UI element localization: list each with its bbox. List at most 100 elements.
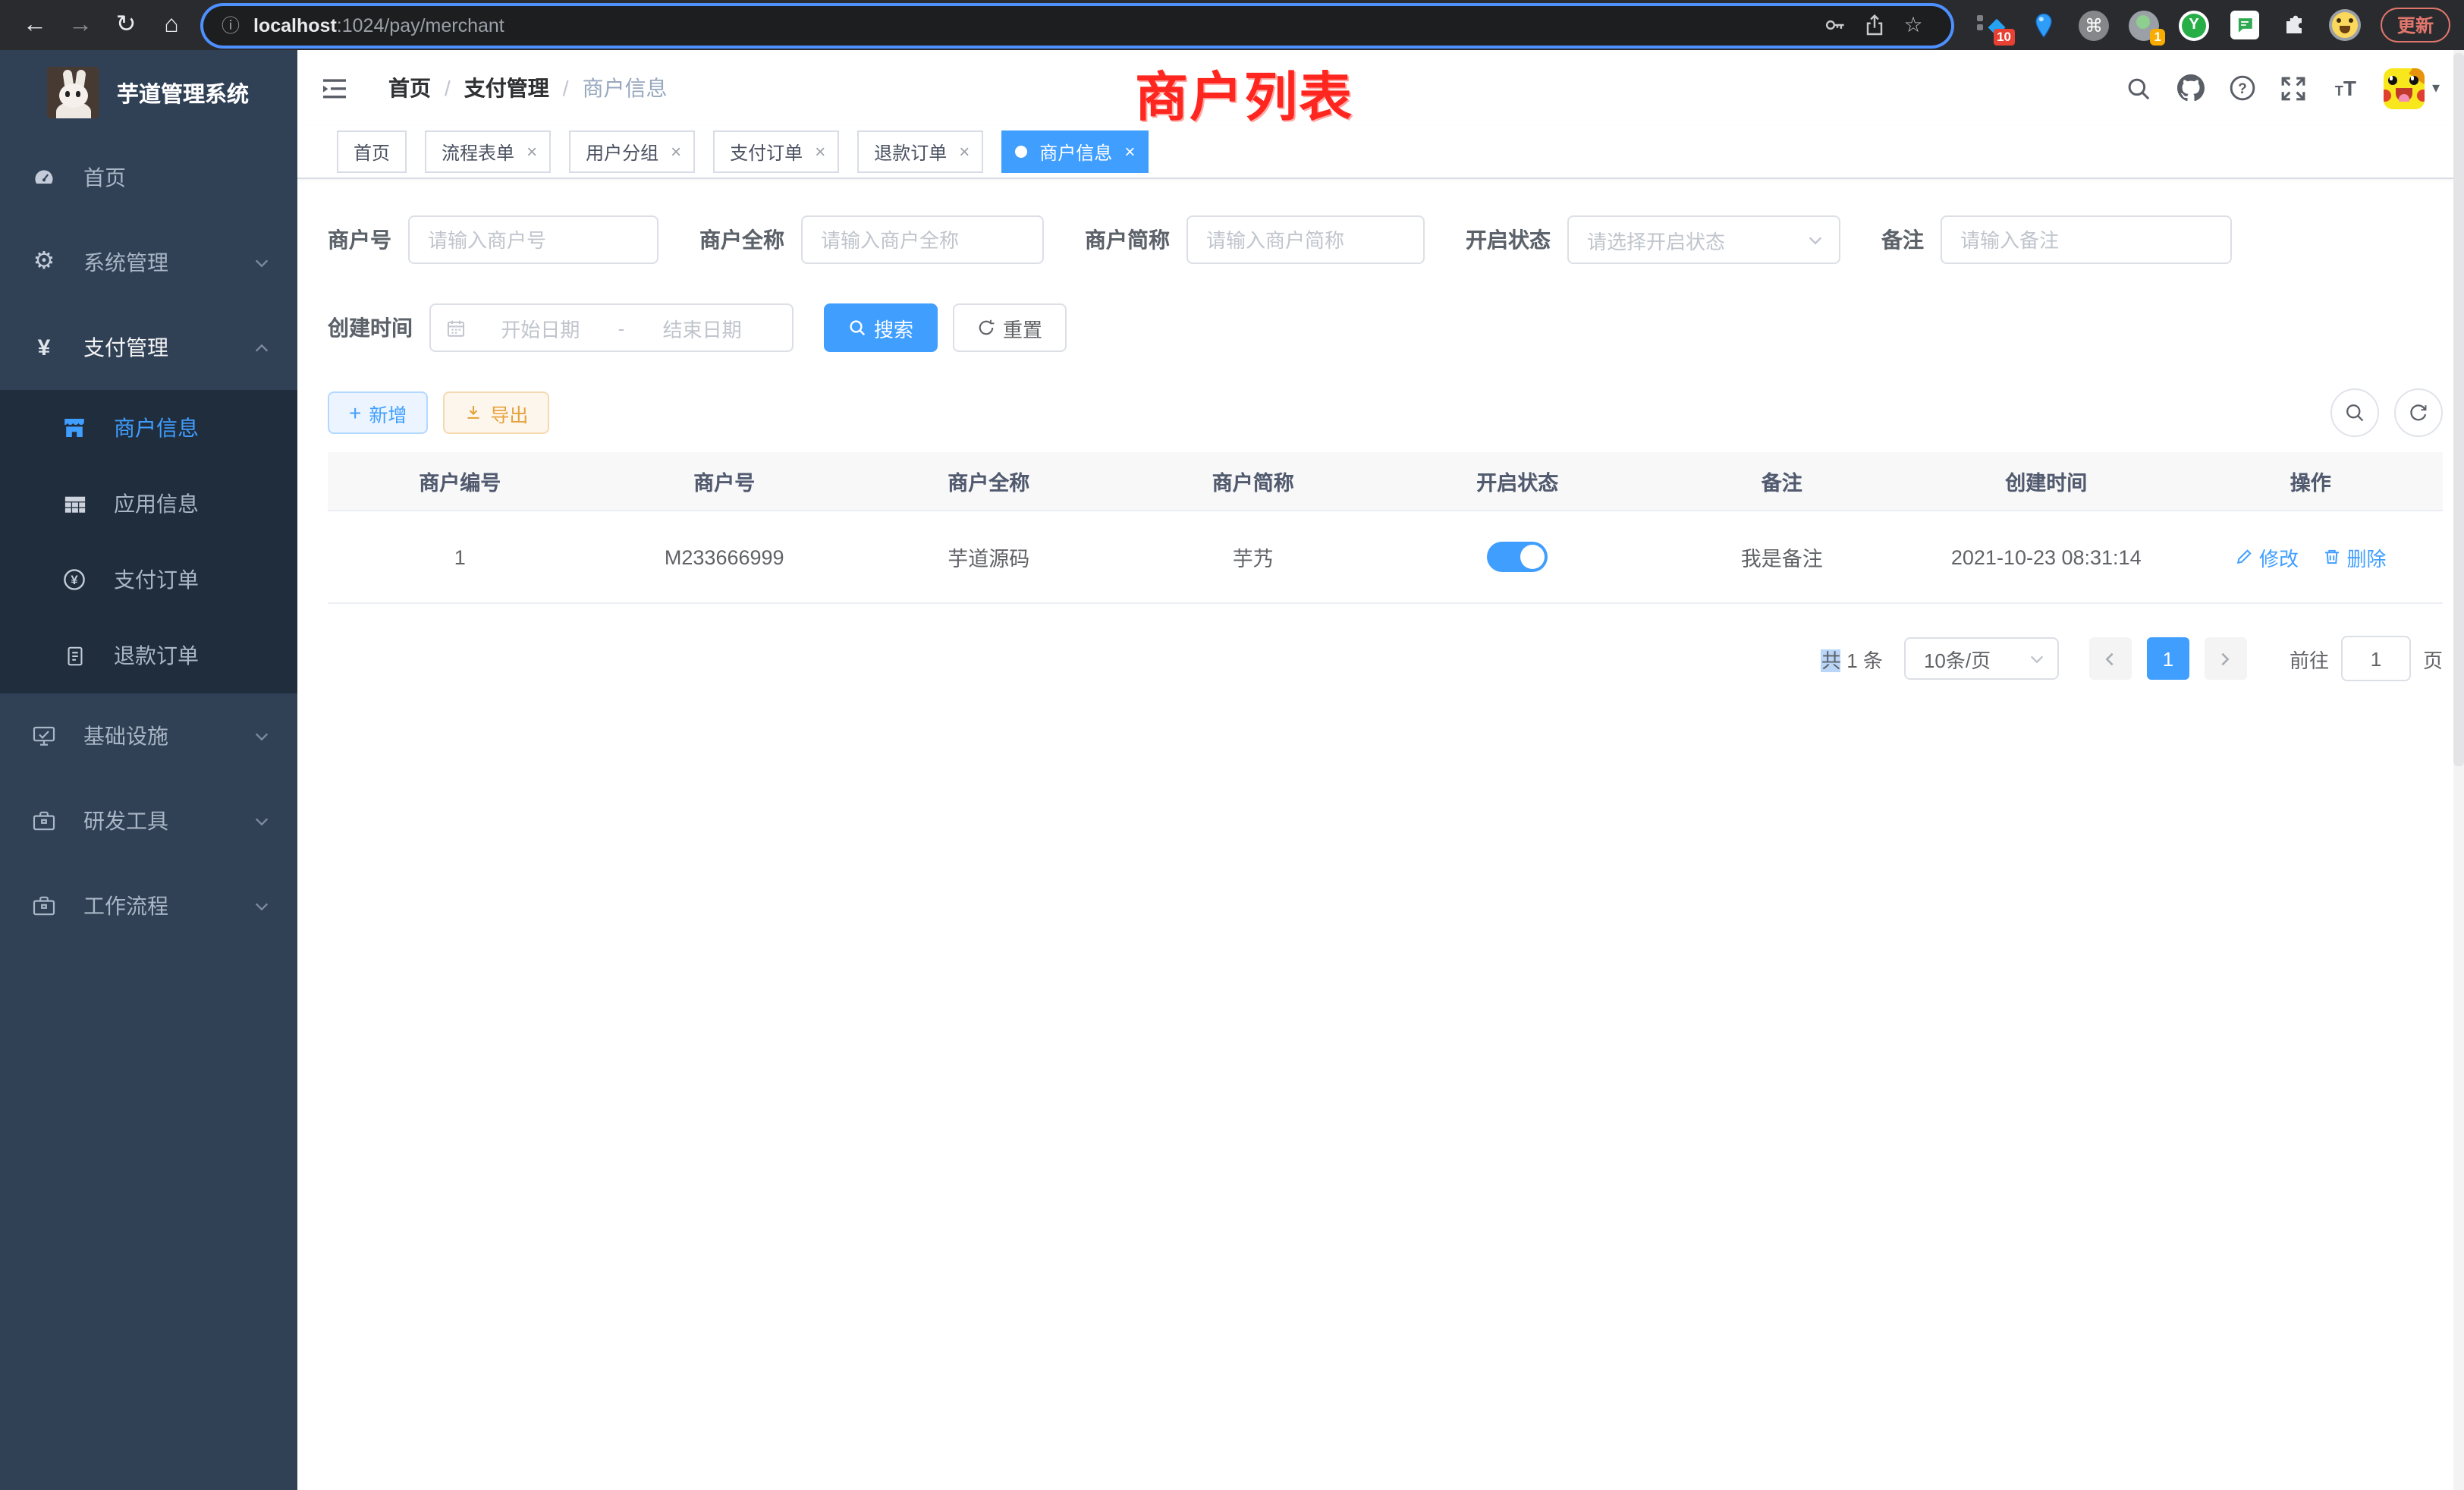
status-label: 开启状态: [1466, 225, 1551, 255]
sidebar-item-workflow[interactable]: 工作流程: [0, 863, 297, 948]
close-icon[interactable]: ×: [815, 143, 825, 161]
dashboard-icon: [26, 165, 62, 190]
close-icon[interactable]: ×: [959, 143, 970, 161]
browser-home-icon[interactable]: ⌂: [149, 0, 194, 50]
browser-forward-icon[interactable]: →: [58, 0, 103, 50]
date-range-picker[interactable]: 开始日期 - 结束日期: [429, 303, 794, 352]
cell-merchant-id: 1: [328, 511, 592, 603]
tab-home[interactable]: 首页: [337, 130, 407, 173]
extension-pin-icon[interactable]: [2022, 5, 2065, 45]
sidebar-item-infra[interactable]: 基础设施: [0, 693, 297, 778]
status-select[interactable]: 请选择开启状态: [1567, 215, 1840, 264]
pagination-total: 共 1 条: [1821, 644, 1883, 673]
end-date-placeholder: 结束日期: [627, 313, 777, 342]
reset-button[interactable]: 重置: [953, 303, 1067, 352]
page-size-select[interactable]: 10条/页: [1904, 637, 2059, 680]
prev-page-button[interactable]: [2089, 637, 2132, 680]
merchant-name-input[interactable]: [801, 215, 1044, 264]
close-icon[interactable]: ×: [1124, 143, 1135, 161]
font-size-icon[interactable]: TT: [2320, 77, 2371, 99]
close-icon[interactable]: ×: [526, 143, 537, 161]
grid-icon: [56, 492, 93, 515]
search-button[interactable]: 搜索: [824, 303, 938, 352]
sidebar-item-home[interactable]: 首页: [0, 135, 297, 220]
briefcase-icon: [26, 809, 62, 833]
refresh-icon: [977, 319, 995, 337]
col-actions: 操作: [2179, 452, 2444, 511]
export-button[interactable]: 导出: [443, 391, 549, 434]
tab-merchant-info[interactable]: 商户信息×: [1001, 130, 1149, 173]
pay-submenu: 商户信息 应用信息 ¥ 支付订单: [0, 390, 297, 693]
sidebar-item-merchant-info[interactable]: 商户信息: [0, 390, 297, 466]
svg-text:?: ?: [2238, 81, 2247, 97]
extension-status-icon[interactable]: 1: [2123, 5, 2165, 45]
extensions-puzzle-icon[interactable]: [2273, 5, 2315, 45]
edit-link[interactable]: 修改: [2235, 542, 2299, 571]
tags-view-bar: 首页 流程表单× 用户分组× 支付订单× 退款订单× 商户信息×: [297, 126, 2464, 179]
tab-refund-order[interactable]: 退款订单×: [857, 130, 983, 173]
delete-link[interactable]: 删除: [2323, 542, 2387, 571]
add-button[interactable]: + 新增: [328, 391, 428, 434]
next-page-button[interactable]: [2205, 637, 2247, 680]
header-search-icon[interactable]: [2114, 75, 2165, 101]
bookmark-star-icon[interactable]: ☆: [1894, 12, 1933, 38]
avatar-caret-icon[interactable]: ▾: [2432, 80, 2440, 96]
browser-back-icon[interactable]: ←: [12, 0, 58, 50]
extension-diamond-icon[interactable]: ◆ 10: [1972, 5, 2015, 45]
scrollbar-thumb[interactable]: [2453, 53, 2464, 766]
breadcrumb-home[interactable]: 首页: [388, 73, 431, 103]
close-icon[interactable]: ×: [671, 143, 681, 161]
chevron-right-icon: [2217, 650, 2234, 667]
briefcase-icon: [26, 894, 62, 918]
browser-toolbar: ← → ↻ ⌂ ⓘ localhost:1024/pay/merchant ☆ …: [0, 0, 2464, 50]
extension-command-icon[interactable]: ⌘: [2073, 5, 2115, 45]
sidebar-item-refund-order[interactable]: 退款订单: [0, 618, 297, 693]
tab-process-form[interactable]: 流程表单×: [425, 130, 551, 173]
github-icon[interactable]: [2165, 74, 2217, 102]
breadcrumb-section[interactable]: 支付管理: [464, 73, 549, 103]
sidebar-item-devtools[interactable]: 研发工具: [0, 778, 297, 863]
sidebar-item-app-info[interactable]: 应用信息: [0, 466, 297, 542]
app-title: 芋道管理系统: [117, 77, 249, 108]
share-icon[interactable]: [1854, 14, 1894, 36]
calendar-icon: [446, 318, 466, 338]
password-key-icon[interactable]: [1815, 14, 1854, 36]
app-logo[interactable]: 芋道管理系统: [0, 50, 297, 135]
show-search-button[interactable]: [2330, 388, 2379, 437]
chevron-down-icon: [253, 254, 270, 271]
profile-avatar-icon[interactable]: [2323, 5, 2365, 45]
address-bar[interactable]: ⓘ localhost:1024/pay/merchant ☆: [203, 5, 1951, 45]
fullscreen-icon[interactable]: [2268, 75, 2320, 101]
remark-label: 备注: [1881, 225, 1924, 255]
status-toggle[interactable]: [1487, 542, 1548, 572]
pagination-goto: 前往 页: [2290, 636, 2443, 681]
active-dot: [1015, 146, 1027, 158]
chevron-down-icon: [253, 728, 270, 744]
remark-input[interactable]: [1941, 215, 2232, 264]
browser-update-button[interactable]: 更新: [2381, 8, 2450, 42]
page-content: 商户号 商户全称 商户简称 开启状态 请选择开启状态: [297, 179, 2464, 1490]
browser-reload-icon[interactable]: ↻: [103, 0, 149, 50]
merchant-short-input[interactable]: [1186, 215, 1425, 264]
page-number-1[interactable]: 1: [2147, 637, 2189, 680]
col-status: 开启状态: [1385, 452, 1650, 511]
merchant-no-input[interactable]: [408, 215, 658, 264]
refresh-table-button[interactable]: [2394, 388, 2443, 437]
tab-pay-order[interactable]: 支付订单×: [713, 130, 839, 173]
site-info-icon[interactable]: ⓘ: [222, 12, 240, 38]
goto-page-input[interactable]: [2341, 636, 2411, 681]
col-merchant-id: 商户编号: [328, 452, 592, 511]
extension-chat-icon[interactable]: [2223, 5, 2265, 45]
breadcrumb: 首页 / 支付管理 / 商户信息: [388, 73, 668, 103]
hamburger-icon[interactable]: [322, 77, 349, 99]
user-avatar[interactable]: [2384, 68, 2425, 108]
sidebar-item-system[interactable]: ⚙ 系统管理: [0, 220, 297, 305]
sidebar-item-pay[interactable]: ¥ 支付管理: [0, 305, 297, 390]
browser-menu-icon[interactable]: ⋮: [2459, 11, 2464, 39]
extension-y-icon[interactable]: Y: [2173, 5, 2215, 45]
filter-form-row-1: 商户号 商户全称 商户简称 开启状态 请选择开启状态: [328, 215, 2443, 264]
tab-user-group[interactable]: 用户分组×: [569, 130, 695, 173]
sidebar-item-pay-order[interactable]: ¥ 支付订单: [0, 542, 297, 618]
help-icon[interactable]: ?: [2217, 74, 2268, 102]
page-scrollbar[interactable]: [2453, 50, 2464, 1490]
